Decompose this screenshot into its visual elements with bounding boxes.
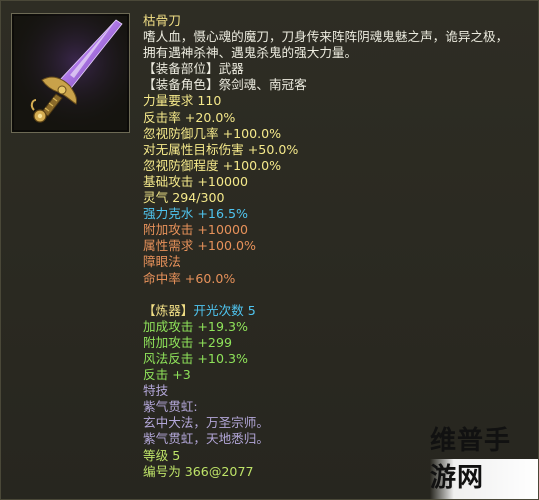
stat-hit-rate: 命中率 +60.0% [143, 270, 236, 286]
stat-base-attack: 基础攻击 +10000 [143, 173, 248, 189]
refine-boost-attack: 加成攻击 +19.3% [143, 318, 248, 334]
stat-water-bonus: 强力克水 +16.5% [143, 206, 248, 222]
item-stats: 枯骨刀 嗜人血，慑心魂的魔刀，刀身传来阵阵阴魂鬼魅之声，诡异之极， 拥有遇神杀神… [143, 13, 533, 480]
sword-icon [12, 14, 129, 132]
refine-count: 开光次数 5 [193, 302, 256, 318]
strength-requirement: 力量要求 110 [143, 93, 222, 109]
watermark-text: 维普手游网 [430, 426, 512, 493]
item-name: 枯骨刀 [143, 13, 181, 28]
item-description-line-2: 拥有遇神杀神、遇鬼杀鬼的强大力量。 [143, 45, 358, 61]
item-icon-frame [11, 13, 130, 133]
refine-counter: 反击 +3 [143, 367, 191, 383]
stat-ignore-def-degree: 忽视防御程度 +100.0% [143, 157, 282, 173]
stat-counter-rate: 反击率 +20.0% [143, 109, 236, 125]
skill-title: 特技 [143, 383, 169, 399]
refine-header: 【炼器】开光次数 5 [143, 303, 533, 319]
stat-spirit: 灵气 294/300 [143, 190, 225, 206]
stat-blind: 障眼法 [143, 254, 181, 270]
equip-slot: 【装备部位】武器 [143, 61, 244, 77]
refine-label: 【炼器】 [143, 302, 194, 318]
skill-name: 紫气贯虹: [143, 399, 198, 415]
stat-attr-requirement: 属性需求 +100.0% [143, 238, 256, 254]
watermark: 维普手游网 [430, 426, 538, 499]
stat-extra-attack: 附加攻击 +10000 [143, 222, 248, 238]
stat-non-attr-damage: 对无属性目标伤害 +50.0% [143, 141, 299, 157]
equip-roles: 【装备角色】祭剑魂、南冠客 [143, 77, 307, 93]
stat-ignore-def-chance: 忽视防御几率 +100.0% [143, 125, 282, 141]
item-tooltip: 枯骨刀 嗜人血，慑心魂的魔刀，刀身传来阵阵阴魂鬼魅之声，诡异之极， 拥有遇神杀神… [0, 0, 539, 500]
item-description-line-1: 嗜人血，慑心魂的魔刀，刀身传来阵阵阴魂鬼魅之声，诡异之极， [143, 29, 509, 45]
refine-extra-attack: 附加攻击 +299 [143, 334, 232, 350]
refine-wind-counter: 风法反击 +10.3% [143, 350, 248, 366]
